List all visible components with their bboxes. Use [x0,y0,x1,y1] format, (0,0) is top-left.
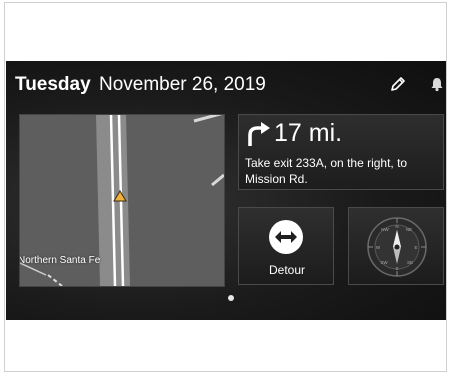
detour-arrows-icon [269,220,303,254]
edit-button[interactable] [385,71,411,97]
compass-mark-nw: NW [381,227,389,232]
compass-mark-s: S [395,266,398,271]
notifications-button[interactable] [424,71,446,97]
turn-by-turn-card[interactable]: 17 mi. Take exit 233A, on the right, to … [238,114,444,190]
detour-label: Detour [268,263,306,277]
compass-mark-n: N [395,224,398,229]
compass-mark-sw: SW [380,260,388,265]
bell-icon [431,78,443,92]
detour-button[interactable]: Detour [238,207,334,285]
dashboard-screen: Tuesday November 26, 2019 Northern Santa… [6,61,446,320]
compass-widget[interactable]: N NE E SE S SW W NW [348,207,444,285]
compass-icon: N NE E SE S SW W NW [367,217,427,277]
date-text: November 26, 2019 [98,74,266,95]
day-name: Tuesday [15,74,91,95]
map-view[interactable]: Northern Santa Fe [19,114,225,287]
date-display: Tuesday November 26, 2019 [15,74,266,96]
header-bar: Tuesday November 26, 2019 [6,61,446,109]
compass-mark-se: SE [407,260,413,265]
pencil-icon [391,77,405,91]
compass-mark-e: E [414,245,417,250]
instruction-text: Take exit 233A, on the right, to Mission… [245,156,408,186]
turn-right-arrow-icon [248,122,270,146]
compass-mark-ne: NE [406,227,412,232]
distance-text: 17 mi. [274,119,343,147]
page-indicator-dot[interactable] [228,295,234,301]
street-label: Northern Santa Fe [19,255,101,266]
